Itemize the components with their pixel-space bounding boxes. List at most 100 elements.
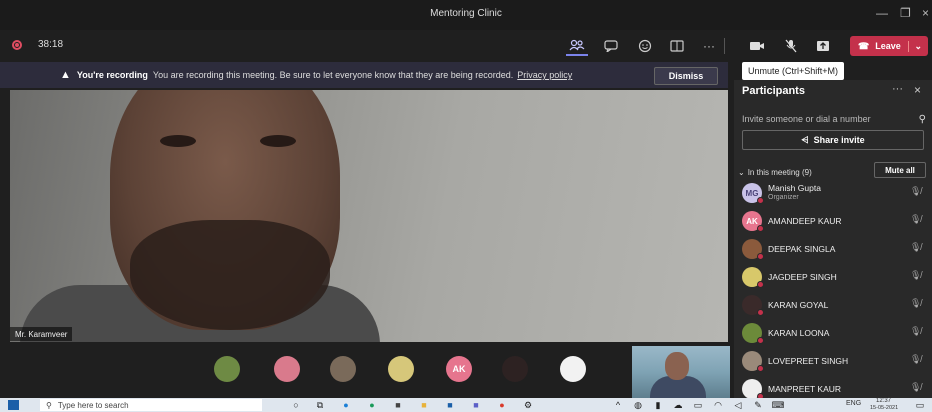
avatar: [742, 351, 764, 372]
participant-thumbnail[interactable]: [214, 356, 240, 382]
more-options-icon[interactable]: ···: [892, 83, 903, 95]
chevron-down-icon[interactable]: ⌄: [908, 40, 922, 52]
participant-thumbnail[interactable]: [330, 356, 356, 382]
battery-icon[interactable]: ▭: [692, 399, 704, 411]
avatar: [742, 379, 764, 400]
leave-label: Leave: [875, 41, 901, 51]
close-window-icon[interactable]: ×: [922, 6, 929, 20]
share-invite-button[interactable]: ⩤ Share invite: [742, 130, 924, 150]
in-meeting-label: In this meeting (9): [747, 167, 812, 177]
window-title: Mentoring Clinic: [430, 8, 502, 19]
clock-time[interactable]: 12:37: [876, 398, 891, 404]
unmute-tooltip: Unmute (Ctrl+Shift+M): [742, 62, 845, 80]
participant-row[interactable]: JAGDEEP SINGH 🎙︎̸: [734, 264, 932, 290]
recording-icon: [12, 40, 22, 50]
participants-icon[interactable]: [566, 36, 588, 56]
clock-date[interactable]: 15-05-2021: [870, 405, 898, 411]
self-video-head: [665, 352, 689, 380]
notifications-icon[interactable]: ▭: [914, 399, 926, 411]
participant-thumbnail[interactable]: [502, 356, 528, 382]
mic-muted-icon: 🎙︎̸: [910, 214, 922, 224]
taskbar-search-placeholder: Type here to search: [57, 400, 129, 410]
store-icon[interactable]: ■: [392, 399, 404, 411]
minimize-icon[interactable]: —: [876, 6, 888, 20]
reactions-icon[interactable]: [634, 36, 656, 56]
mic-muted-icon[interactable]: [780, 36, 802, 56]
participant-thumbnail[interactable]: [274, 356, 300, 382]
panel-title: Participants: [742, 85, 805, 97]
chat-icon[interactable]: [600, 36, 622, 56]
leave-button[interactable]: ☎ Leave ⌄: [850, 36, 928, 56]
participant-thumbnail-strip: AK: [0, 342, 734, 398]
skype-icon[interactable]: ●: [340, 399, 352, 411]
recording-banner: ▲ You're recording You are recording thi…: [0, 62, 728, 88]
mic-muted-icon: 🎙︎̸: [910, 382, 922, 392]
chrome-icon[interactable]: ●: [496, 399, 508, 411]
self-video-preview[interactable]: [632, 346, 730, 398]
windows-taskbar: ⚲ Type here to search ○ ⧉ ● ● ■ ■ ■ ■ ● …: [0, 398, 932, 412]
tray-chevron-icon[interactable]: ^: [612, 399, 624, 411]
mail-icon[interactable]: ■: [444, 399, 456, 411]
meeting-timer: 38:18: [38, 39, 64, 50]
share-screen-icon[interactable]: [812, 36, 834, 56]
close-panel-icon[interactable]: ×: [914, 83, 921, 97]
participant-name: LOVEPREET SINGH: [768, 356, 849, 366]
participant-row[interactable]: AK AMANDEEP KAUR 🎙︎̸: [734, 208, 932, 234]
cortana-icon[interactable]: ○: [290, 399, 302, 411]
pen-icon[interactable]: ✎: [752, 399, 764, 411]
more-actions-icon[interactable]: ···: [698, 36, 720, 56]
avatar: [742, 267, 764, 288]
meeting-toolbar: 38:18 ··· ☎ Leave ⌄: [0, 30, 932, 62]
avatar: [742, 323, 764, 344]
cloud-icon[interactable]: ☁: [672, 399, 684, 411]
mic-muted-icon: 🎙︎̸: [910, 298, 922, 308]
mic-muted-icon: 🎙︎̸: [910, 326, 922, 336]
teams-icon[interactable]: ■: [470, 399, 482, 411]
mic-muted-icon: 🎙︎̸: [910, 270, 922, 280]
network-icon[interactable]: ◍: [632, 399, 644, 411]
privacy-policy-link[interactable]: Privacy policy: [517, 70, 572, 80]
windows-start-icon[interactable]: [8, 400, 19, 410]
participant-row[interactable]: LOVEPREET SINGH 🎙︎̸: [734, 348, 932, 374]
task-view-icon[interactable]: ⧉: [314, 399, 326, 411]
video-eye-right: [260, 135, 296, 147]
video-eye-left: [160, 135, 196, 147]
participant-row[interactable]: DEEPAK SINGLA 🎙︎̸: [734, 236, 932, 262]
volume-icon[interactable]: ◁: [732, 399, 744, 411]
participant-row[interactable]: KARAN GOYAL 🎙︎̸: [734, 292, 932, 318]
participant-thumbnail[interactable]: AK: [446, 356, 472, 382]
file-explorer-icon[interactable]: ■: [418, 399, 430, 411]
avatar: [742, 239, 764, 260]
participant-name: DEEPAK SINGLA: [768, 244, 836, 254]
mute-all-button[interactable]: Mute all: [874, 162, 926, 178]
toolbar-divider: [724, 38, 725, 54]
share-invite-label: Share invite: [813, 135, 865, 145]
participant-row[interactable]: KARAN LOONA 🎙︎̸: [734, 320, 932, 346]
participant-row[interactable]: MG Manish Gupta Organizer 🎙︎̸: [734, 180, 932, 206]
invite-input[interactable]: Invite someone or dial a number ⚲: [742, 110, 926, 128]
restore-icon[interactable]: ❐: [900, 6, 911, 20]
wifi-icon[interactable]: ◠: [712, 399, 724, 411]
participant-thumbnail[interactable]: [560, 356, 586, 382]
taskbar-search-box[interactable]: ⚲ Type here to search: [40, 399, 262, 411]
mic-muted-icon: 🎙︎̸: [910, 186, 922, 196]
invite-placeholder: Invite someone or dial a number: [742, 114, 871, 124]
breakout-rooms-icon[interactable]: [666, 36, 688, 56]
dismiss-button[interactable]: Dismiss: [654, 67, 718, 85]
avatar: AK: [742, 211, 764, 232]
participant-role: Organizer: [768, 194, 799, 201]
mic-tray-icon[interactable]: ▮: [652, 399, 664, 411]
edge-icon[interactable]: ●: [366, 399, 378, 411]
search-icon: ⚲: [918, 113, 926, 125]
participant-name: JAGDEEP SINGH: [768, 272, 837, 282]
avatar: [742, 295, 764, 316]
speaker-name-tag: Mr. Karamveer: [10, 327, 73, 341]
title-bar: Mentoring Clinic — ❐ ×: [0, 0, 932, 30]
settings-icon[interactable]: ⚙: [522, 399, 534, 411]
keyboard-icon[interactable]: ⌨: [772, 399, 785, 411]
participant-thumbnail[interactable]: [388, 356, 414, 382]
participant-name: MANPREET KAUR: [768, 384, 842, 394]
camera-icon[interactable]: [746, 36, 768, 56]
video-beard: [130, 220, 330, 330]
language-indicator[interactable]: ENG: [846, 400, 861, 407]
